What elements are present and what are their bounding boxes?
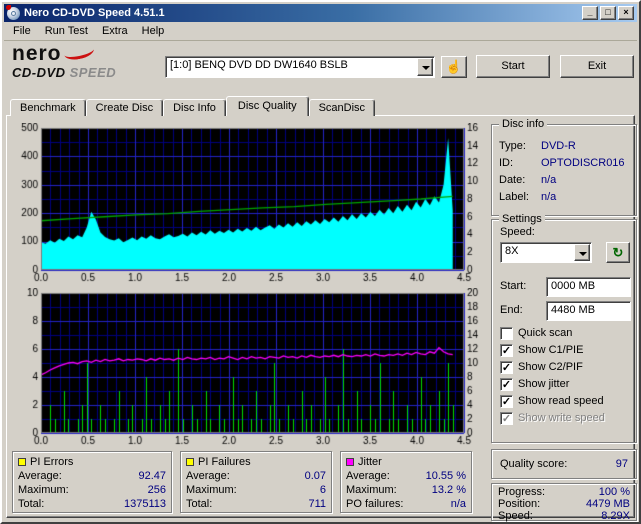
quality-score-value: 97 (615, 458, 628, 470)
title-bar[interactable]: Nero CD-DVD Speed 4.51.1 _ □ × (4, 4, 637, 22)
jitter-panel: Jitter Average: 10.55 % Maximum: 13.2 % PO… (340, 451, 472, 513)
tab-create-disc[interactable]: Create Disc (85, 99, 164, 116)
drive-info-button[interactable]: ☝ (441, 56, 467, 78)
tab-disc-info[interactable]: Disc Info (163, 99, 226, 116)
checkbox-box: ✓ (500, 411, 513, 425)
end-position-input[interactable]: 4480 MB (546, 301, 631, 321)
chevron-down-icon (579, 252, 587, 256)
progress-row: Progress: 100 % (498, 486, 630, 498)
checkbox-quick-scan[interactable]: Quick scan (500, 326, 572, 340)
stat-row: PO failures: n/a (346, 498, 466, 510)
checkbox-show-c1-pie[interactable]: ✓ Show C1/PIE (500, 343, 583, 357)
checkbox-box[interactable] (500, 326, 513, 340)
jitter-swatch-icon (346, 457, 354, 466)
disc-id-value: OPTODISCR016 (541, 157, 625, 169)
chevron-down-icon (422, 66, 430, 70)
flame-icon (6, 4, 11, 10)
tab-scandisc[interactable]: ScanDisc (308, 99, 376, 116)
toolbar: nero CD-DVD SPEED [1:0] BENQ DVD DD DW164… (4, 42, 637, 92)
pi-errors-chart (12, 123, 482, 283)
position-value: 4479 MB (585, 498, 630, 510)
stat-title: PI Failures (198, 455, 251, 468)
start-position-label: Start: (500, 280, 527, 292)
exit-button[interactable]: Exit (560, 55, 634, 78)
speed-label: Speed: (500, 226, 535, 238)
end-position-label: End: (500, 304, 523, 316)
maximize-button[interactable]: □ (600, 6, 616, 20)
checkbox-box[interactable]: ✓ (500, 343, 513, 357)
speed-select-dropdown-button[interactable] (574, 244, 590, 261)
stat-row: Total: 1375113 (18, 498, 166, 510)
disc-info-title: Disc info (499, 118, 548, 130)
disc-date-row: Date: n/a (499, 172, 629, 189)
menu-help[interactable]: Help (135, 23, 172, 40)
app-window: Nero CD-DVD Speed 4.51.1 _ □ × File Run … (0, 0, 641, 524)
checkbox-box[interactable]: ✓ (500, 394, 513, 408)
start-position-input[interactable]: 0000 MB (546, 277, 631, 297)
drive-select[interactable]: [1:0] BENQ DVD DD DW1640 BSLB (165, 56, 435, 78)
start-button[interactable]: Start (476, 55, 550, 78)
nero-logo: nero CD-DVD SPEED (12, 42, 164, 89)
pi-failures-swatch-icon (186, 457, 194, 466)
stat-row: Average: 92.47 (18, 470, 166, 482)
refresh-button[interactable]: ↻ (606, 242, 630, 263)
stat-title: Jitter (358, 455, 382, 468)
checkbox-show-write-speed: ✓ Show write speed (500, 411, 605, 425)
speed-select[interactable]: 8X (500, 242, 592, 263)
disc-label-value: n/a (541, 191, 557, 203)
close-button[interactable]: × (618, 6, 634, 20)
settings-title: Settings (499, 213, 545, 225)
checkbox-show-jitter[interactable]: ✓ Show jitter (500, 377, 569, 391)
quality-score-label: Quality score: (500, 458, 568, 470)
stat-row: Total: 711 (186, 498, 326, 510)
speed-value: 8.29X (601, 510, 630, 522)
position-row: Position: 4479 MB (498, 498, 630, 510)
minimize-button[interactable]: _ (582, 6, 598, 20)
disc-id-row: ID: OPTODISCR016 (499, 155, 629, 172)
hand-icon: ☝ (445, 59, 463, 74)
stat-row: Average: 0.07 (186, 470, 326, 482)
tab-strip: Benchmark Create Disc Disc Info Disc Qua… (10, 96, 376, 116)
tab-benchmark[interactable]: Benchmark (10, 99, 86, 116)
checkbox-show-read-speed[interactable]: ✓ Show read speed (500, 394, 604, 408)
disc-type-value: DVD-R (541, 140, 576, 152)
menu-run-test[interactable]: Run Test (38, 23, 95, 40)
checkbox-box[interactable]: ✓ (500, 360, 513, 374)
menu-extra[interactable]: Extra (95, 23, 135, 40)
stat-row: Maximum: 6 (186, 484, 326, 496)
stat-title: PI Errors (30, 455, 74, 468)
checkbox-box[interactable]: ✓ (500, 377, 513, 391)
progress-value: 100 % (598, 486, 630, 498)
checkbox-show-c2-pif[interactable]: ✓ Show C2/PIF (500, 360, 583, 374)
drive-select-dropdown-button[interactable] (417, 58, 433, 76)
disc-info-group: Disc info Type: DVD-R ID: OPTODISCR016 D… (491, 118, 637, 216)
pi-errors-panel: PI Errors Average: 92.47 Maximum: 256 Tota… (12, 451, 172, 513)
pi-errors-swatch-icon (18, 457, 26, 466)
settings-group: Settings Speed: 8X ↻ Start: 0000 MB End:… (491, 213, 637, 443)
speed-row: Speed: 8.29X (498, 510, 630, 522)
tab-disc-quality[interactable]: Disc Quality (225, 96, 309, 116)
disc-type-row: Type: DVD-R (499, 138, 629, 155)
progress-panel: Progress: 100 % Position: 4479 MB Speed:… (491, 483, 637, 522)
stat-row: Maximum: 256 (18, 484, 166, 496)
stat-row: Average: 10.55 % (346, 470, 466, 482)
disc-date-value: n/a (541, 174, 557, 186)
app-icon (6, 4, 20, 20)
disc-label-row: Label: n/a (499, 189, 629, 206)
quality-score-panel: Quality score: 97 (491, 449, 637, 479)
refresh-icon: ↻ (612, 245, 624, 260)
speed-select-value: 8X (505, 245, 519, 257)
drive-select-value: [1:0] BENQ DVD DD DW1640 BSLB (170, 59, 348, 71)
window-title: Nero CD-DVD Speed 4.51.1 (24, 7, 165, 19)
menu-file[interactable]: File (6, 23, 38, 40)
pi-failures-jitter-chart (12, 288, 482, 446)
pi-failures-panel: PI Failures Average: 0.07 Maximum: 6 Total… (180, 451, 332, 513)
stat-row: Maximum: 13.2 % (346, 484, 466, 496)
menu-bar: File Run Test Extra Help (4, 22, 637, 41)
